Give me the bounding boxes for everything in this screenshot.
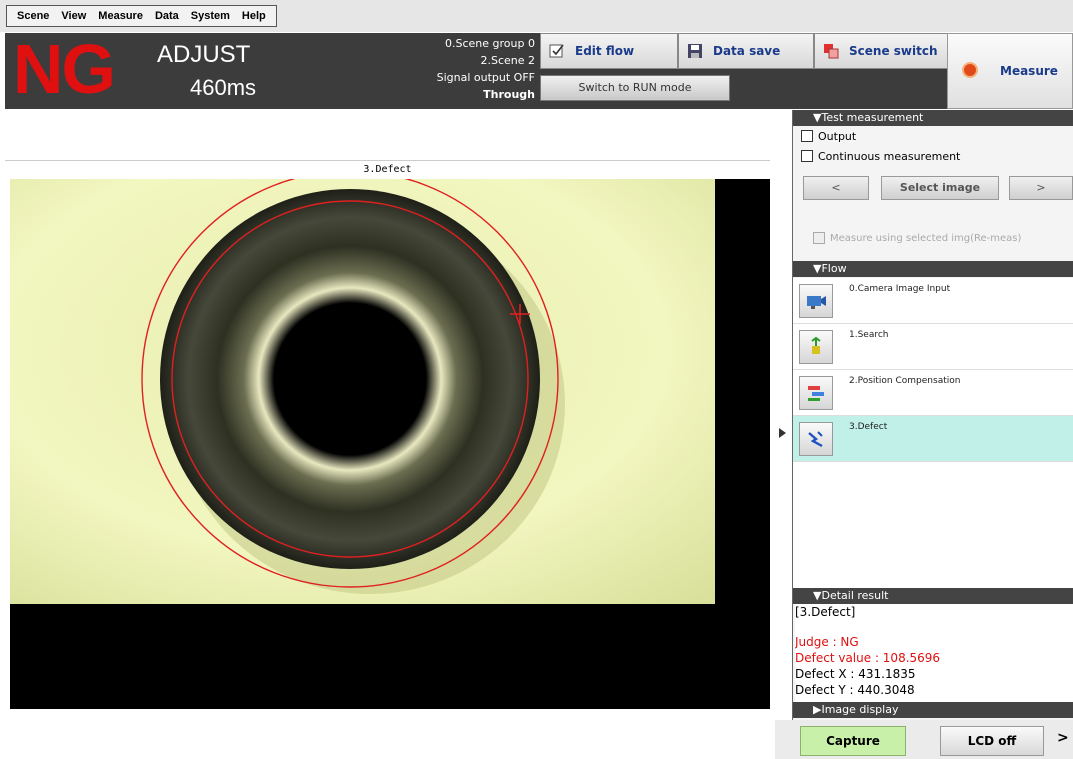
detail-judge: Judge : NG <box>795 635 859 649</box>
flow-item-search[interactable]: 1.Search <box>793 324 1073 370</box>
more-arrow-icon[interactable]: > <box>1057 730 1069 746</box>
image-display-header-wrap: ▶Image display <box>793 702 1073 718</box>
expand-arrow-icon[interactable] <box>779 428 786 438</box>
detail-result-body: [3.Defect] Judge : NG Defect value : 108… <box>795 604 1073 704</box>
measure-label: Measure <box>1000 64 1058 78</box>
flow-item-label: 1.Search <box>849 330 889 340</box>
menu-data[interactable]: Data <box>149 10 185 22</box>
output-label: Output <box>818 129 857 143</box>
image-display-header[interactable]: ▶Image display <box>793 702 1073 718</box>
menu-measure[interactable]: Measure <box>92 10 149 22</box>
continuous-checkbox-row[interactable]: Continuous measurement <box>793 146 1073 166</box>
menu-scene[interactable]: Scene <box>11 10 55 22</box>
menu-container: Scene View Measure Data System Help <box>6 5 277 27</box>
detail-defect-y: Defect Y : 440.3048 <box>795 683 915 697</box>
measure-icon <box>962 62 978 78</box>
remeasure-checkbox <box>813 232 825 244</box>
detail-defect-value: Defect value : 108.5696 <box>795 651 941 665</box>
panel-splitter[interactable] <box>775 110 792 720</box>
edit-flow-label: Edit flow <box>575 44 635 58</box>
flow-item-position-compensation[interactable]: 2.Position Compensation <box>793 370 1073 416</box>
mode-label: ADJUST <box>157 41 251 68</box>
lcd-off-button[interactable]: LCD off <box>940 726 1044 756</box>
through-label: Through <box>483 88 535 101</box>
camera-image <box>10 179 715 604</box>
part-hole <box>274 303 426 455</box>
flow-item-camera-input[interactable]: 0.Camera Image Input <box>793 278 1073 324</box>
processing-time: 460ms <box>190 75 257 100</box>
bottom-bar: Capture LCD off > <box>775 720 1073 759</box>
capture-button[interactable]: Capture <box>800 726 906 756</box>
detail-result-header[interactable]: ▼Detail result <box>793 588 1073 604</box>
output-checkbox-row[interactable]: Output <box>793 126 1073 146</box>
position-compensation-icon <box>799 376 833 410</box>
flow-title: Flow <box>821 262 847 275</box>
remeasure-checkbox-row: Measure using selected img(Re-meas) <box>793 228 1073 248</box>
switch-run-mode-button[interactable]: Switch to RUN mode <box>540 75 730 101</box>
scene-label: 2.Scene 2 <box>480 54 535 67</box>
detail-defect-x: Defect X : 431.1835 <box>795 667 916 681</box>
flow-item-label: 0.Camera Image Input <box>849 284 951 294</box>
continuous-checkbox[interactable] <box>801 150 813 162</box>
scene-switch-icon <box>823 43 839 59</box>
menu-help[interactable]: Help <box>236 10 272 22</box>
flow-header[interactable]: ▼Flow <box>793 261 1073 277</box>
defect-icon <box>799 422 833 456</box>
flow-item-label: 3.Defect <box>849 422 888 432</box>
image-display-title: Image display <box>821 703 899 716</box>
menu-system[interactable]: System <box>185 10 236 22</box>
search-icon <box>799 330 833 364</box>
detail-result-title: Detail result <box>821 589 889 602</box>
test-measurement-title: Test measurement <box>821 111 924 124</box>
scene-group-label: 0.Scene group 0 <box>445 37 535 50</box>
judge-result: NG <box>13 30 116 108</box>
floppy-icon <box>687 43 703 59</box>
continuous-label: Continuous measurement <box>818 149 961 163</box>
flow-item-defect[interactable]: 3.Defect <box>793 416 1073 462</box>
flow-item-label: 2.Position Compensation <box>849 376 961 386</box>
output-checkbox[interactable] <box>801 130 813 142</box>
menu-bar: Scene View Measure Data System Help <box>0 0 1073 32</box>
scene-info: 0.Scene group 0 2.Scene 2 Signal output … <box>395 35 535 103</box>
menu-view[interactable]: View <box>55 10 92 22</box>
data-save-label: Data save <box>713 44 781 58</box>
right-panel: ▼Test measurement Output Continuous meas… <box>792 110 1073 759</box>
measure-button[interactable]: Measure <box>947 33 1073 109</box>
edit-flow-button[interactable]: Edit flow <box>540 33 678 69</box>
select-image-button[interactable]: Select image <box>881 176 999 200</box>
image-nav-row: < Select image > <box>793 172 1073 204</box>
scene-switch-button[interactable]: Scene switch <box>814 33 948 69</box>
signal-output-label: Signal output OFF <box>436 71 535 84</box>
detail-unit: [3.Defect] <box>795 605 856 619</box>
camera-image-view[interactable] <box>10 179 770 709</box>
data-save-button[interactable]: Data save <box>678 33 814 69</box>
detail-result-header-wrap: ▼Detail result <box>793 588 1073 604</box>
prev-image-button[interactable]: < <box>803 176 869 200</box>
test-measurement-header[interactable]: ▼Test measurement <box>793 110 1073 126</box>
scene-switch-label: Scene switch <box>849 44 938 58</box>
next-image-button[interactable]: > <box>1009 176 1073 200</box>
remeasure-label: Measure using selected img(Re-meas) <box>830 232 1022 244</box>
flow-list: 0.Camera Image Input 1.Search 2.Position… <box>793 278 1073 596</box>
edit-flow-icon <box>549 43 565 59</box>
camera-icon <box>799 284 833 318</box>
status-header: NG ADJUST 460ms 0.Scene group 0 2.Scene … <box>5 30 1073 109</box>
image-title: 3.Defect <box>5 160 770 178</box>
